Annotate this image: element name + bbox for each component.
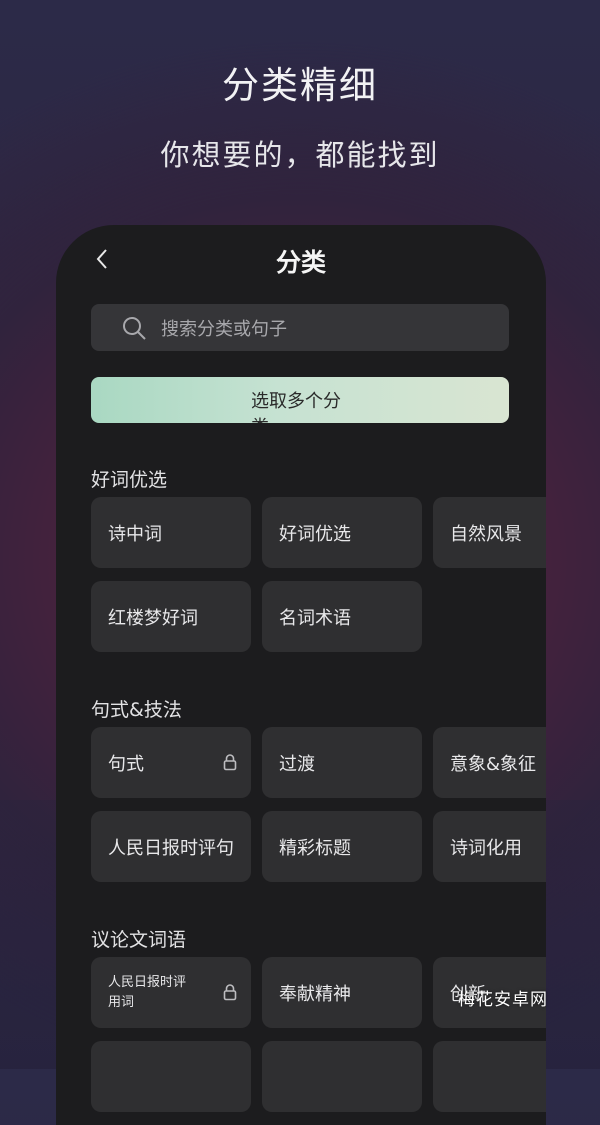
category-cell[interactable]: 人民日报时评用词 [91, 957, 251, 1028]
category-label: 意象&象征 [450, 753, 537, 775]
category-label: 精彩标题 [279, 837, 351, 859]
search-input[interactable]: 搜索分类或句子 [91, 304, 509, 351]
category-cell[interactable]: 自然风景 [433, 497, 546, 568]
section-title: 议论文词语 [91, 929, 187, 951]
promo-subheadline: 你想要的，都能找到 [160, 138, 440, 172]
category-label: 红楼梦好词 [108, 607, 198, 629]
section-title: 好词优选 [91, 469, 168, 491]
search-placeholder: 搜索分类或句子 [161, 318, 287, 340]
category-cell[interactable]: 过渡 [262, 727, 422, 798]
category-label: 诗中词 [108, 523, 162, 545]
category-cell[interactable]: 好词优选 [262, 497, 422, 568]
category-label: 人民日报时评句 [108, 837, 234, 859]
category-cell[interactable] [262, 1041, 422, 1112]
page-title: 分类 [275, 248, 326, 277]
lock-icon [223, 754, 237, 771]
category-cell[interactable]: 意象&象征 [433, 727, 546, 798]
search-icon [123, 316, 146, 340]
category-cell[interactable] [91, 1041, 251, 1112]
category-label: 名词术语 [279, 607, 351, 629]
select-multiple-label: 选取多个分类 [251, 391, 341, 423]
category-label: 句式 [108, 753, 144, 775]
category-cell[interactable]: 奉献精神 [262, 957, 422, 1028]
category-label: 奉献精神 [279, 983, 351, 1005]
promo-headline: 分类精细 [222, 64, 378, 107]
category-label: 自然风景 [450, 523, 522, 545]
category-cell[interactable]: 句式 [91, 727, 251, 798]
category-label: 好词优选 [279, 523, 351, 545]
select-multiple-button[interactable]: 选取多个分类 [91, 377, 509, 423]
category-cell[interactable]: 红楼梦好词 [91, 581, 251, 652]
category-label: 过渡 [279, 753, 315, 775]
section-title: 句式&技法 [91, 699, 182, 721]
category-cell[interactable]: 人民日报时评句 [91, 811, 251, 882]
category-cell[interactable]: 名词术语 [262, 581, 422, 652]
category-cell[interactable]: 精彩标题 [262, 811, 422, 882]
category-cell[interactable]: 诗中词 [91, 497, 251, 568]
watermark: 梅花安卓网 [458, 990, 548, 1010]
category-label: 人民日报时评用词 [108, 974, 187, 1010]
category-cell[interactable]: 诗词化用 [433, 811, 546, 882]
lock-icon [223, 984, 237, 1001]
category-cell[interactable] [433, 1041, 546, 1112]
category-label: 诗词化用 [450, 837, 522, 859]
